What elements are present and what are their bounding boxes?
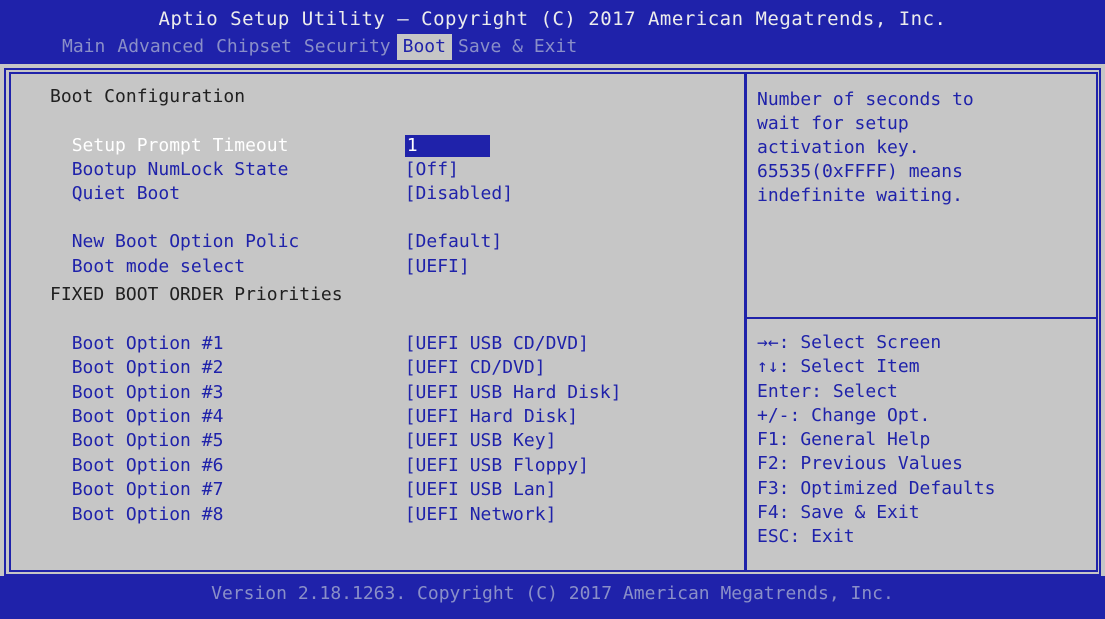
help-divider-horizontal xyxy=(747,317,1098,319)
version-text: Version 2.18.1263. Copyright (C) 2017 Am… xyxy=(211,583,894,604)
key-help-f3: F3: Optimized Defaults xyxy=(757,477,996,499)
tab-bar: Main Advanced Chipset Security Boot Save… xyxy=(56,34,583,60)
setting-row-new-boot-option-policy[interactable]: New Boot Option Polic [Default] xyxy=(50,206,503,252)
setting-row-setup-prompt-timeout[interactable]: Setup Prompt Timeout 1 xyxy=(50,110,490,157)
title-bar: Aptio Setup Utility – Copyright (C) 2017… xyxy=(0,0,1105,64)
key-help-f4: F4: Save & Exit xyxy=(757,502,920,524)
key-help-select-screen: →←: Select Screen xyxy=(757,332,942,353)
boot-option-row-6[interactable]: Boot Option #6 [UEFI USB Floppy] xyxy=(50,430,589,476)
panel-divider-vertical xyxy=(744,72,747,572)
boot-option-row-1[interactable]: Boot Option #1 [UEFI USB CD/DVD] xyxy=(50,308,589,354)
key-help-f1: F1: General Help xyxy=(757,429,931,451)
section-title-fixed-boot-order: FIXED BOOT ORDER Priorities xyxy=(50,284,343,305)
utility-title: Aptio Setup Utility – Copyright (C) 2017… xyxy=(158,8,947,30)
key-help-f2: F2: Previous Values xyxy=(757,453,963,475)
key-help-change-opt: +/-: Change Opt. xyxy=(757,404,931,426)
setting-value[interactable]: [UEFI] xyxy=(405,255,470,279)
section-title-boot-configuration: Boot Configuration xyxy=(50,86,246,107)
setting-label: Boot mode select xyxy=(71,256,246,277)
key-help-enter: Enter: Select xyxy=(757,380,898,402)
key-help-list: →←: Select Screen ↑↓: Select Item Enter:… xyxy=(757,331,1087,550)
tab-chipset[interactable]: Chipset xyxy=(210,34,298,60)
boot-option-row-3[interactable]: Boot Option #3 [UEFI USB Hard Disk] xyxy=(50,357,622,403)
footer-bar: Version 2.18.1263. Copyright (C) 2017 Am… xyxy=(0,576,1105,619)
boot-option-value[interactable]: [UEFI Network] xyxy=(405,503,557,527)
boot-option-row-8[interactable]: Boot Option #8 [UEFI Network] xyxy=(50,479,557,525)
tab-advanced[interactable]: Advanced xyxy=(111,34,210,60)
boot-option-row-5[interactable]: Boot Option #5 [UEFI USB Key] xyxy=(50,405,557,451)
boot-option-row-4[interactable]: Boot Option #4 [UEFI Hard Disk] xyxy=(50,381,578,427)
setting-row-quiet-boot[interactable]: Quiet Boot [Disabled] xyxy=(50,158,513,204)
setting-label: Quiet Boot xyxy=(71,183,181,204)
tab-boot[interactable]: Boot xyxy=(396,34,452,60)
setting-row-bootup-numlock[interactable]: Bootup NumLock State [Off] xyxy=(50,134,459,180)
item-help-description: Number of seconds to wait for setup acti… xyxy=(757,89,974,206)
tab-save-exit[interactable]: Save & Exit xyxy=(452,34,583,60)
setting-value[interactable]: [Disabled] xyxy=(405,182,513,206)
setting-row-boot-mode-select[interactable]: Boot mode select [UEFI] xyxy=(50,231,470,277)
key-help-esc: ESC: Exit xyxy=(757,526,855,548)
tab-security[interactable]: Security xyxy=(298,34,397,60)
tab-main[interactable]: Main xyxy=(56,34,111,60)
boot-option-row-7[interactable]: Boot Option #7 [UEFI USB Lan] xyxy=(50,454,557,500)
key-help-select-item: ↑↓: Select Item xyxy=(757,356,920,378)
boot-option-row-2[interactable]: Boot Option #2 [UEFI CD/DVD] xyxy=(50,332,546,378)
boot-option-label: Boot Option #8 xyxy=(71,504,224,525)
